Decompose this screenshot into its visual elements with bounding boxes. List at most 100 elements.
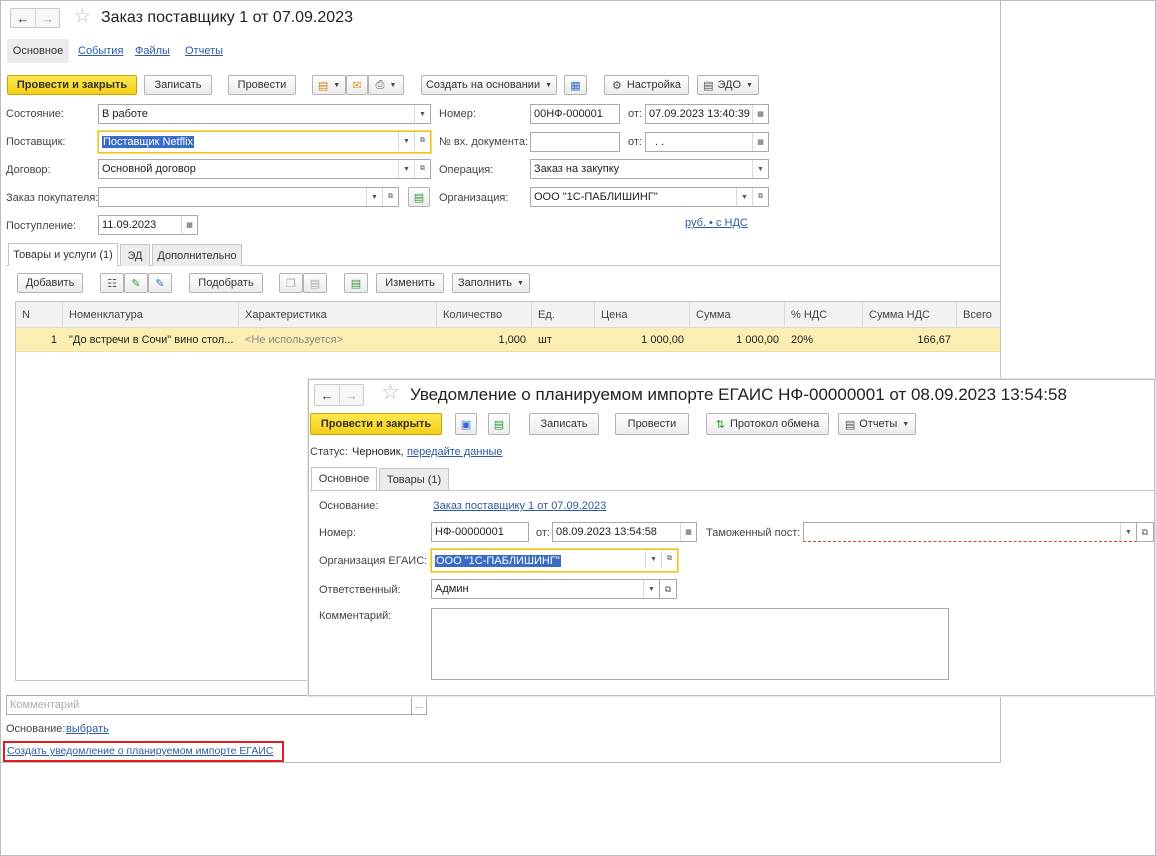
in-doc-date-field[interactable]: . . ▦ — [645, 132, 769, 152]
change-button[interactable]: Изменить — [376, 273, 444, 293]
number-field[interactable]: НФ-00000001 — [431, 522, 529, 542]
responsible-open-button[interactable]: ⧉ — [659, 579, 677, 599]
scan-check-button[interactable]: ✎ — [148, 273, 172, 293]
col-price[interactable]: Цена — [595, 302, 690, 328]
in-doc-field[interactable] — [530, 132, 620, 152]
organization-field[interactable]: ООО "1С-ПАБЛИШИНГ" ▼ ⧉ — [530, 187, 769, 207]
supplier-field[interactable]: Поставщик Netflix ▼ ⧉ — [98, 131, 431, 153]
post-and-close-button[interactable]: Провести и закрыть — [310, 413, 442, 435]
col-nomenclature[interactable]: Номенклатура — [63, 302, 239, 328]
open-link-icon[interactable]: ⧉ — [382, 188, 398, 206]
tab-goods-services[interactable]: Товары и услуги (1) — [8, 243, 118, 266]
open-link-icon[interactable]: ⧉ — [414, 132, 430, 150]
chevron-down-icon[interactable]: ▼ — [366, 188, 382, 206]
comment-expand-button[interactable]: … — [411, 695, 427, 715]
col-vat-sum[interactable]: Сумма НДС — [863, 302, 957, 328]
create-doc-button[interactable]: ▤ ▼ — [312, 75, 346, 95]
col-vat-rate[interactable]: % НДС — [785, 302, 863, 328]
cell-price: 1 000,00 — [641, 334, 684, 346]
fill-button[interactable]: Заполнить ▼ — [452, 273, 530, 293]
forward-arrow-icon[interactable]: → — [339, 385, 363, 405]
save-button[interactable]: Записать — [144, 75, 212, 95]
date-field[interactable]: 07.09.2023 13:40:39 ▦ — [645, 104, 769, 124]
responsible-field[interactable]: Админ ▼ — [431, 579, 660, 599]
structure-button[interactable]: ▦ — [564, 75, 587, 95]
tab-goods[interactable]: Товары (1) — [379, 468, 449, 490]
chevron-down-icon[interactable]: ▼ — [1120, 523, 1136, 541]
tab-events[interactable]: События — [78, 45, 123, 57]
post-button[interactable]: Провести — [228, 75, 296, 95]
calendar-icon[interactable]: ▦ — [181, 216, 197, 234]
comment-textarea[interactable] — [431, 608, 949, 680]
customer-order-field[interactable]: ▼ ⧉ — [98, 187, 399, 207]
chevron-down-icon[interactable]: ▼ — [414, 105, 430, 123]
tab-files[interactable]: Файлы — [135, 45, 170, 57]
contract-field[interactable]: Основной договор ▼ ⧉ — [98, 159, 431, 179]
email-button[interactable]: ✉ — [346, 75, 368, 95]
col-n[interactable]: N — [16, 302, 63, 328]
tab-reports[interactable]: Отчеты — [185, 45, 223, 57]
chevron-down-icon[interactable]: ▼ — [752, 160, 768, 178]
add-row-button[interactable]: Добавить — [17, 273, 83, 293]
open-link-icon[interactable]: ⧉ — [414, 160, 430, 178]
egais-org-field[interactable]: ООО "1С-ПАБЛИШИНГ" ▼ ⧉ — [431, 549, 678, 572]
scan-button[interactable]: ✎ — [124, 273, 148, 293]
export-button[interactable]: ▤ — [488, 413, 510, 435]
col-sum[interactable]: Сумма — [690, 302, 785, 328]
post-and-close-button[interactable]: Провести и закрыть — [7, 75, 137, 95]
open-link-icon: ⧉ — [664, 583, 672, 594]
price-settings-link[interactable]: руб. • с НДС — [685, 217, 748, 229]
tab-ed[interactable]: ЭД — [120, 244, 150, 266]
basis-document-link[interactable]: Заказ поставщику 1 от 07.09.2023 — [433, 500, 606, 512]
basis-select-link[interactable]: выбрать — [66, 723, 109, 735]
open-link-icon[interactable]: ⧉ — [752, 188, 768, 206]
save-button[interactable]: Записать — [529, 413, 599, 435]
col-unit[interactable]: Ед. — [532, 302, 595, 328]
copy-rows-button[interactable]: ❐ — [279, 273, 303, 293]
post-button[interactable]: Провести — [615, 413, 689, 435]
basis-label: Основание: — [319, 500, 379, 512]
print-button[interactable]: ⎙ ▼ — [368, 75, 404, 95]
customs-open-button[interactable]: ⧉ — [1136, 522, 1154, 542]
operation-field[interactable]: Заказ на закупку ▼ — [530, 159, 769, 179]
save-disk-button[interactable]: ▣ — [455, 413, 477, 435]
open-link-icon[interactable]: ⧉ — [661, 550, 677, 568]
exchange-protocol-button[interactable]: ⇅ Протокол обмена — [706, 413, 829, 435]
state-field[interactable]: В работе ▼ — [98, 104, 431, 124]
chevron-down-icon[interactable]: ▼ — [398, 160, 414, 178]
col-total[interactable]: Всего — [957, 302, 1000, 328]
send-data-link[interactable]: передайте данные — [407, 446, 503, 458]
col-characteristic[interactable]: Характеристика — [239, 302, 437, 328]
barcode-button[interactable]: ☷ — [100, 273, 124, 293]
date-field[interactable]: 08.09.2023 13:54:58 ▦ — [552, 522, 697, 542]
favorite-star-icon[interactable]: ☆ — [381, 382, 400, 403]
calendar-icon[interactable]: ▦ — [752, 105, 768, 123]
back-arrow-icon[interactable]: ← — [315, 385, 339, 405]
forward-arrow-icon[interactable]: → — [35, 9, 59, 27]
back-arrow-icon[interactable]: ← — [11, 9, 35, 27]
comment-field[interactable]: Комментарий — [6, 695, 412, 715]
edo-button[interactable]: ▤ ЭДО ▼ — [697, 75, 759, 95]
create-based-on-button[interactable]: Создать на основании ▼ — [421, 75, 557, 95]
chevron-down-icon[interactable]: ▼ — [736, 188, 752, 206]
tab-main[interactable]: Основное — [311, 467, 377, 490]
receipt-date-field[interactable]: 11.09.2023 ▦ — [98, 215, 198, 235]
chevron-down-icon[interactable]: ▼ — [643, 580, 659, 598]
table-view-button[interactable]: ▤ — [344, 273, 368, 293]
favorite-star-icon[interactable]: ☆ — [74, 7, 91, 27]
paste-rows-button[interactable]: ▤ — [303, 273, 327, 293]
chevron-down-icon[interactable]: ▼ — [645, 550, 661, 568]
calendar-icon[interactable]: ▦ — [680, 523, 696, 541]
customs-field[interactable]: ▼ — [803, 522, 1137, 542]
settings-button[interactable]: ⚙ Настройка — [604, 75, 689, 95]
chevron-down-icon[interactable]: ▼ — [398, 132, 414, 150]
number-field[interactable]: 00НФ-000001 — [530, 104, 620, 124]
customer-order-add-button[interactable]: ▤ — [408, 187, 430, 207]
tab-main[interactable]: Основное — [7, 39, 69, 63]
calendar-icon[interactable]: ▦ — [752, 133, 768, 151]
reports-button[interactable]: ▤ Отчеты ▼ — [838, 413, 916, 435]
col-quantity[interactable]: Количество — [437, 302, 532, 328]
pick-button[interactable]: Подобрать — [189, 273, 263, 293]
tab-additional[interactable]: Дополнительно — [152, 244, 242, 266]
table-row[interactable]: 1 "До встречи в Сочи" вино стол... <Не и… — [16, 328, 1000, 352]
